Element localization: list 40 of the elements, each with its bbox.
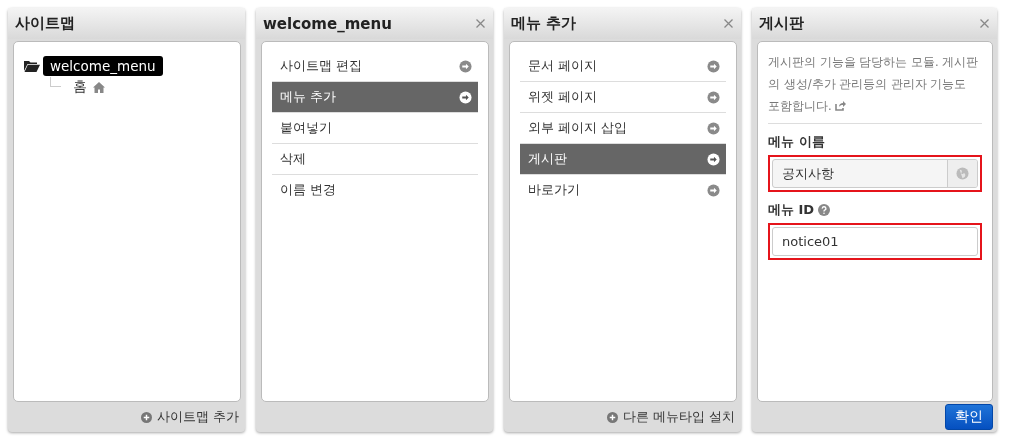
plus-icon <box>606 411 618 423</box>
tree-node[interactable]: welcome_menu <box>43 56 163 76</box>
menu-item[interactable]: 게시판 <box>520 144 726 175</box>
close-icon[interactable] <box>724 19 733 28</box>
arrow-right-icon <box>459 59 472 73</box>
panel-title: welcome_menu <box>263 14 392 33</box>
menu-item[interactable]: 바로가기 <box>520 175 726 205</box>
arrow-right-icon <box>459 90 472 104</box>
text-field[interactable]: notice01 <box>773 228 977 255</box>
menu-item[interactable]: 이름 변경 <box>272 175 478 205</box>
arrow-right-icon <box>707 59 720 73</box>
confirm-button[interactable]: 확인 <box>945 404 993 430</box>
arrow-right-icon <box>707 152 720 166</box>
folder-icon <box>24 60 40 72</box>
add-button[interactable]: 사이트맵 추가 <box>138 406 241 428</box>
arrow-right-icon <box>707 121 720 135</box>
globe-icon <box>956 167 969 180</box>
panel-title: 게시판 <box>759 14 804 33</box>
text-input[interactable]: 공지사항 <box>773 160 947 187</box>
share-icon[interactable] <box>835 101 847 111</box>
menu-item[interactable]: 삭제 <box>272 144 478 175</box>
menu-item[interactable]: 문서 페이지 <box>520 51 726 82</box>
module-description: 게시판의 기능을 담당하는 모듈. 게시판의 생성/추가 관리등의 관리자 기능도 포함합니다. <box>768 51 982 124</box>
menu-item[interactable]: 메뉴 추가 <box>272 82 478 113</box>
panel-title: 사이트맵 <box>15 14 75 33</box>
plus-icon <box>140 411 152 423</box>
tree-node[interactable]: 홈 <box>71 78 89 96</box>
text-field[interactable]: 공지사항 <box>772 159 978 188</box>
panel-title: 메뉴 추가 <box>511 14 577 33</box>
help-icon[interactable] <box>818 204 831 216</box>
menu-item[interactable]: 붙여넣기 <box>272 113 478 144</box>
arrow-right-icon <box>707 183 720 197</box>
add-button[interactable]: 다른 메뉴타입 설치 <box>604 406 737 428</box>
arrow-right-icon <box>707 90 720 104</box>
menu-item[interactable]: 위젯 페이지 <box>520 82 726 113</box>
field-label: 메뉴 ID <box>768 201 815 219</box>
close-icon[interactable] <box>476 19 485 28</box>
language-button[interactable] <box>947 160 977 187</box>
field-label: 메뉴 이름 <box>768 133 825 151</box>
close-icon[interactable] <box>980 19 989 28</box>
